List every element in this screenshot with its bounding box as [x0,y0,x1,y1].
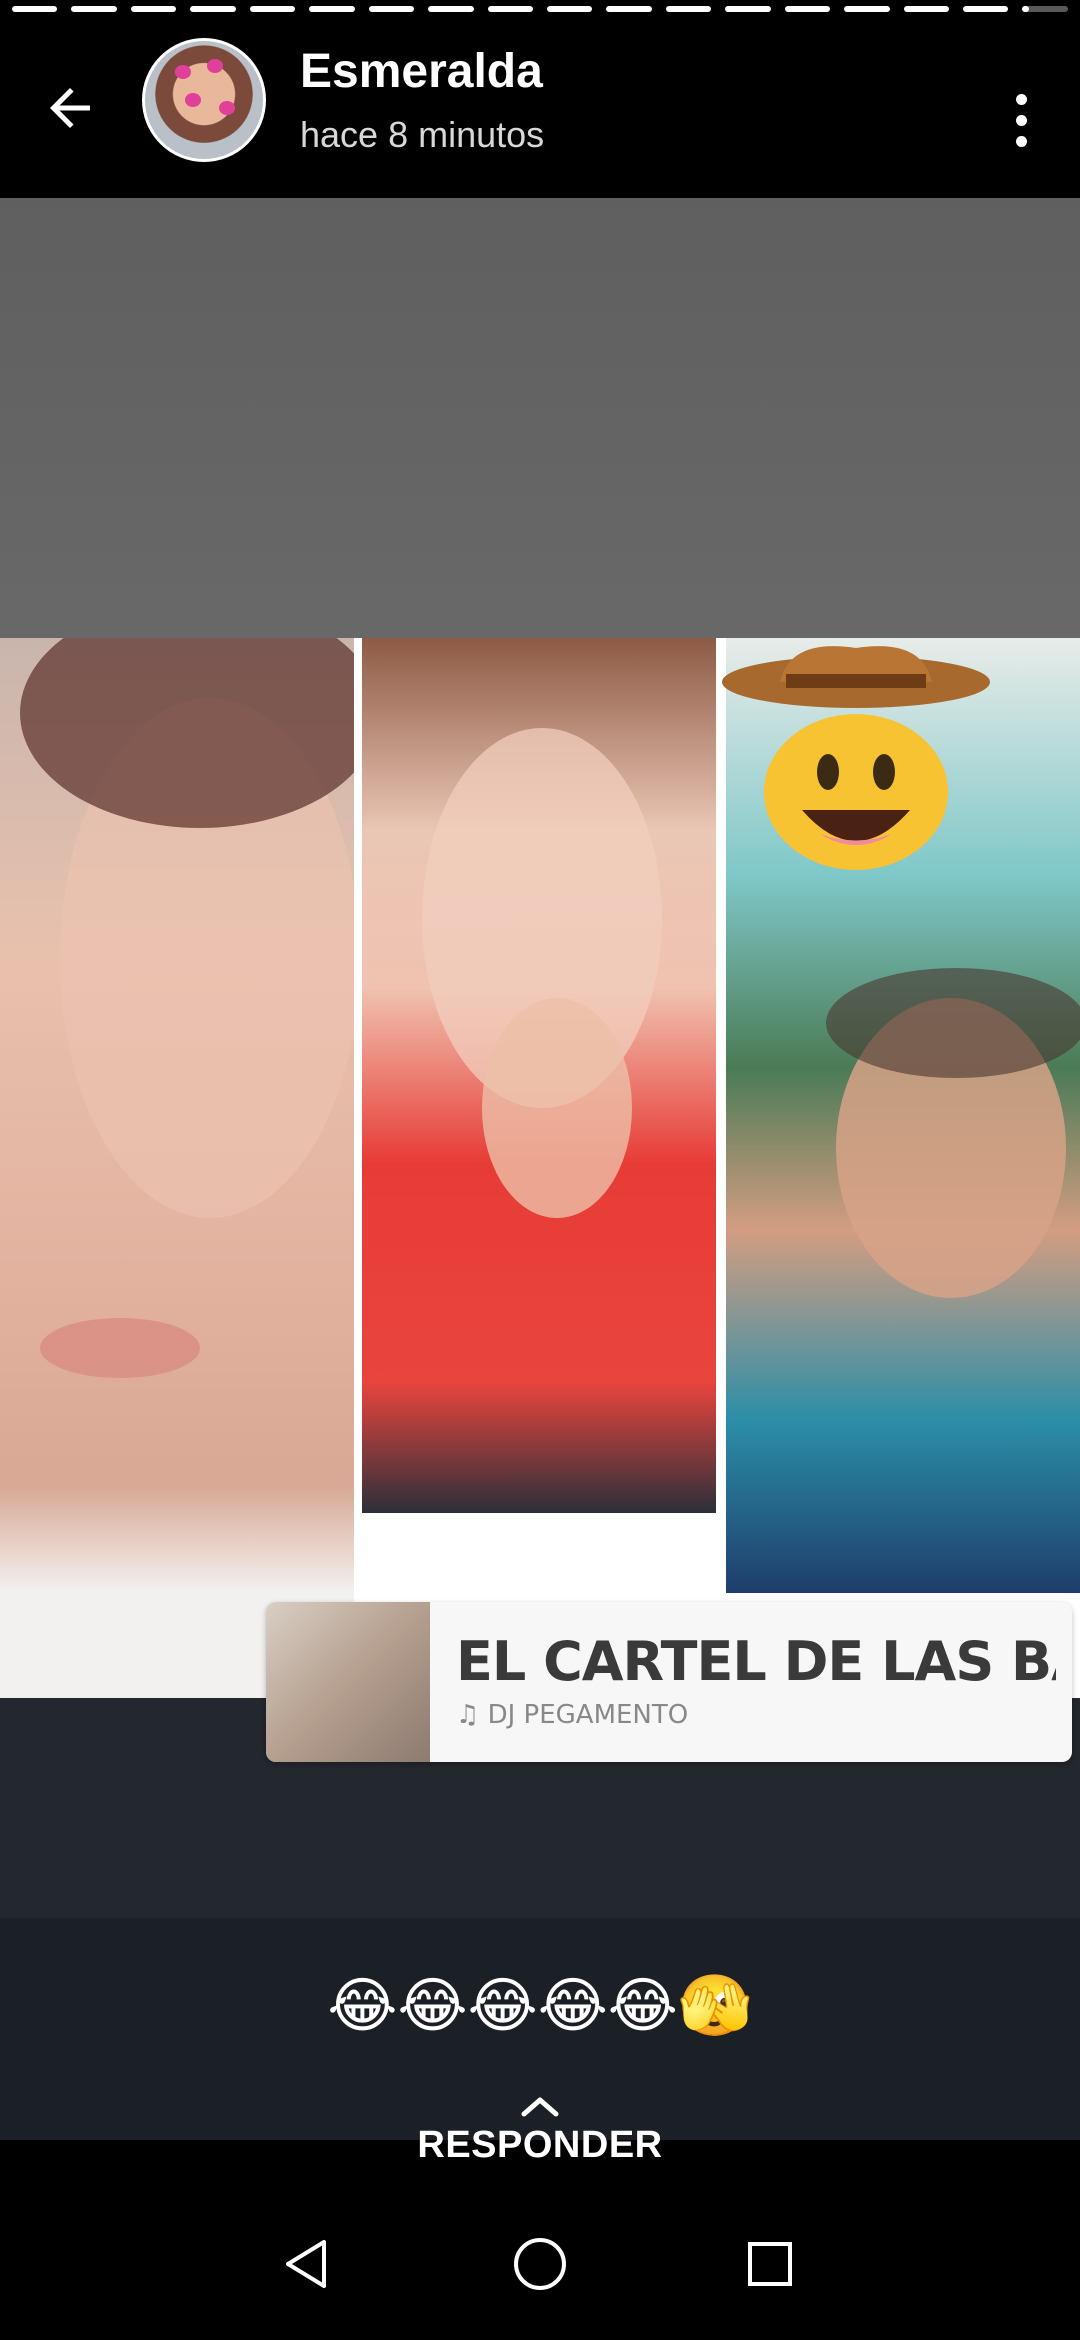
progress-segment [71,6,117,12]
progress-segment [249,6,296,12]
music-title: EL CARTEL DE LAS BABYS L/ [456,1630,1056,1693]
collage-photo-1 [0,638,354,1698]
progress-segment [546,6,593,12]
reply-label: RESPONDER [417,2124,663,2166]
story-header: Esmeralda hace 8 minutos [0,20,1080,198]
progress-segment [487,6,533,12]
progress-segment [725,6,771,12]
progress-segment [368,6,415,12]
nav-recents-icon [748,2242,792,2286]
user-name[interactable]: Esmeralda [300,44,543,99]
progress-segment [130,6,177,12]
caption-text: 😂😂😂😂😂🫣 [327,1971,753,2041]
reply-button[interactable]: RESPONDER [0,2092,1080,2186]
avatar[interactable] [142,38,266,162]
progress-segment [963,6,1009,12]
music-sticker[interactable]: EL CARTEL DE LAS BABYS L/ ♫ DJ PEGAMENTO [266,1602,1072,1762]
progress-segment [844,6,890,12]
nav-back-icon [286,2240,326,2288]
story-progress-bar [12,6,1068,14]
progress-segment [606,6,652,12]
progress-segment [903,6,949,12]
progress-segment [428,6,474,12]
arrow-back-icon [50,88,90,128]
progress-segment [665,6,712,12]
music-artist: ♫ DJ PEGAMENTO [456,1700,689,1730]
progress-segment [1022,6,1068,12]
album-art [266,1602,430,1762]
progress-segment [12,6,58,12]
story-timestamp: hace 8 minutos [300,114,545,155]
progress-segment [784,6,831,12]
progress-segment [190,6,236,12]
collage-photo-2 [362,638,716,1513]
chevron-up-icon [521,2097,559,2117]
progress-segment [309,6,355,12]
nav-home-button[interactable] [492,2216,588,2312]
nav-home-icon [514,2238,566,2290]
more-vert-icon [1015,93,1027,105]
cowboy-emoji-sticker [722,646,990,870]
back-button[interactable] [28,66,112,150]
more-options-button[interactable] [986,72,1056,168]
nav-back-button[interactable] [260,2216,356,2312]
story-media[interactable]: EL CARTEL DE LAS BABYS L/ ♫ DJ PEGAMENTO [0,198,1080,1918]
nav-recents-button[interactable] [722,2216,818,2312]
system-nav-bar [0,2186,1080,2340]
